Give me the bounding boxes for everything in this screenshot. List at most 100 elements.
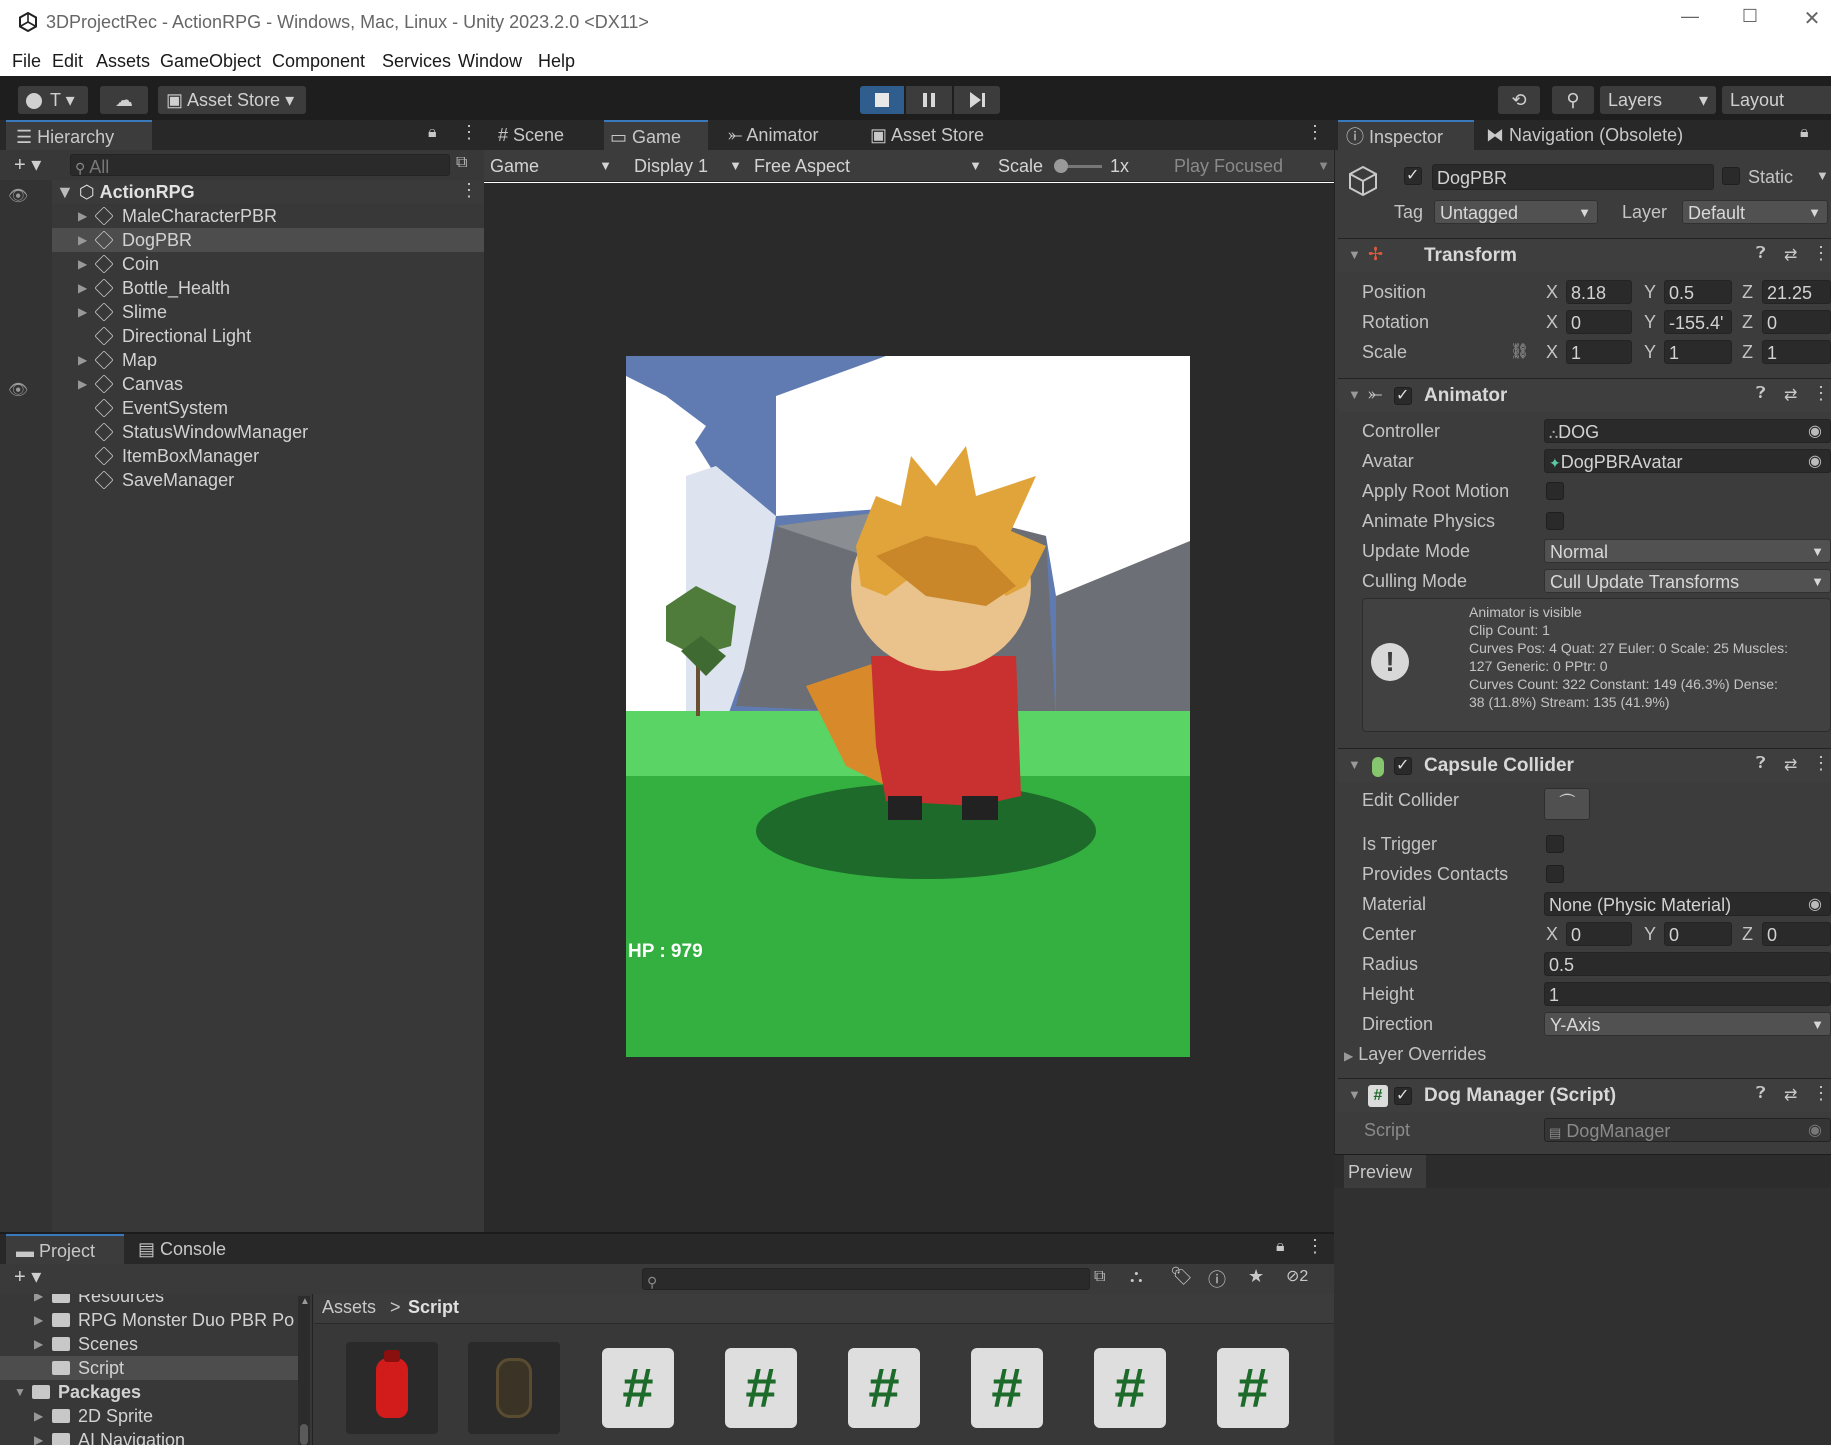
game-mode-dropdown[interactable]: Game ▼ [490, 154, 616, 178]
expand-arrow-icon[interactable]: ▶ [34, 1428, 43, 1445]
scale-z-field[interactable]: 1 [1762, 340, 1831, 364]
component-menu-icon[interactable]: ⋮ [1812, 243, 1830, 264]
project-add-icon[interactable]: + ▾ [14, 1264, 41, 1289]
close-button[interactable]: ✕ [1792, 6, 1831, 36]
expand-arrow-icon[interactable]: ▶ [34, 1332, 43, 1356]
menu-assets[interactable]: Assets [96, 51, 150, 72]
more-menu-icon[interactable]: ⋮ [460, 122, 478, 143]
capsule-collider-header[interactable]: ▼ Capsule Collider ❓︎ ⇄ ⋮ [1338, 748, 1831, 782]
tab-scene[interactable]: # Scene [494, 120, 594, 150]
rotation-z-field[interactable]: 0 [1762, 310, 1831, 334]
help-icon[interactable]: ❓︎ [1756, 755, 1766, 773]
tab-inspector[interactable]: ⓘ Inspector [1338, 120, 1474, 150]
menu-services[interactable]: Services [382, 51, 451, 72]
preset-icon[interactable]: ⇄ [1784, 245, 1797, 265]
project-tree-item[interactable]: ▶ 2D Sprite [0, 1404, 298, 1428]
filter-by-label-icon[interactable]: 🏷︎ [1170, 1266, 1193, 1287]
project-tree-item[interactable]: Script [0, 1356, 298, 1380]
tag-dropdown[interactable]: Untagged ▼ [1434, 200, 1598, 224]
transform-header[interactable]: ▼ ✢ Transform ❓︎ ⇄ ⋮ [1338, 238, 1831, 272]
menu-edit[interactable]: Edit [52, 51, 83, 72]
breadcrumb-assets[interactable]: Assets [322, 1297, 376, 1318]
script-asset-icon[interactable]: # [1217, 1348, 1289, 1428]
object-picker-icon[interactable]: ◉ [1808, 894, 1822, 914]
expand-arrow-icon[interactable]: ▶ [78, 276, 87, 300]
project-tree-item[interactable]: ▶ Scenes [0, 1332, 298, 1356]
constrain-proportions-icon[interactable]: ⛓︎ [1510, 342, 1529, 360]
height-field[interactable]: 1 [1544, 982, 1831, 1006]
warning-filter-icon[interactable]: ⓘ [1208, 1266, 1226, 1292]
asset-potion[interactable] [346, 1342, 438, 1434]
project-tree-item[interactable]: ▼ Packages [0, 1380, 298, 1404]
capsule-enabled-checkbox[interactable] [1394, 755, 1412, 775]
tab-hierarchy[interactable]: ☰ Hierarchy [6, 120, 152, 150]
minimize-button[interactable]: — [1670, 6, 1710, 36]
add-icon[interactable]: + ▾ [14, 152, 41, 177]
update-mode-dropdown[interactable]: Normal ▼ [1544, 539, 1831, 563]
scene-row[interactable]: ▼ ⬡ ActionRPG [52, 180, 484, 204]
pause-button[interactable] [906, 86, 952, 114]
project-tree-item[interactable]: ▶ AI Navigation [0, 1428, 298, 1445]
expand-arrow-icon[interactable]: ▶ [78, 300, 87, 324]
expand-arrow-icon[interactable]: ▶ [34, 1404, 43, 1428]
aspect-dropdown[interactable]: Free Aspect ▼ [754, 154, 986, 178]
help-icon[interactable]: ❓︎ [1756, 385, 1766, 403]
layers-dropdown[interactable]: Layers ▾ [1600, 86, 1716, 114]
static-checkbox[interactable] [1722, 167, 1740, 185]
dog-manager-header[interactable]: ▼ # Dog Manager (Script) ❓︎ ⇄ ⋮ [1338, 1078, 1831, 1112]
account-button[interactable]: T ▾ [18, 86, 88, 114]
object-picker-icon[interactable]: ◉ [1808, 421, 1822, 441]
scale-slider[interactable] [1054, 159, 1102, 173]
layout-dropdown[interactable]: Layout [1722, 86, 1831, 114]
script-asset-icon[interactable]: # [1094, 1348, 1166, 1428]
expand-arrow-icon[interactable]: ▶ [34, 1294, 43, 1308]
tab-project[interactable]: ▬ Project [6, 1234, 124, 1264]
favorite-star-icon[interactable]: ★ [1248, 1266, 1264, 1287]
active-checkbox[interactable] [1404, 165, 1422, 185]
layer-overrides-foldout[interactable]: ▶ Layer Overrides [1344, 1042, 1644, 1066]
expand-arrow-icon[interactable]: ▼ [14, 1380, 26, 1404]
expand-arrow-icon[interactable]: ▶ [34, 1308, 43, 1332]
dog-manager-enabled-checkbox[interactable] [1394, 1085, 1412, 1105]
tab-navigation[interactable]: ⧓ Navigation (Obsolete) [1482, 120, 1732, 150]
position-x-field[interactable]: 8.18 [1566, 280, 1632, 304]
avatar-field[interactable]: ✦DogPBRAvatar [1544, 449, 1831, 473]
menu-gameobject[interactable]: GameObject [160, 51, 261, 72]
preset-icon[interactable]: ⇄ [1784, 1085, 1797, 1105]
preview-header[interactable]: Preview [1334, 1154, 1831, 1189]
display-dropdown[interactable]: Display 1 ▼ [634, 154, 746, 178]
project-lock-icon[interactable]: 🔒︎ [1276, 1238, 1285, 1256]
object-name-field[interactable]: DogPBR [1432, 164, 1714, 190]
script-asset-icon[interactable]: # [725, 1348, 797, 1428]
controller-field[interactable]: ⛬DOG [1544, 419, 1831, 443]
culling-mode-dropdown[interactable]: Cull Update Transforms ▼ [1544, 569, 1831, 593]
hierarchy-item[interactable]: ▶ Map [52, 348, 484, 372]
object-picker-icon[interactable]: ◉ [1808, 451, 1822, 471]
tab-console[interactable]: ▤ Console [132, 1234, 262, 1264]
center-more-icon[interactable]: ⋮ [1306, 122, 1324, 143]
stop-button[interactable] [860, 86, 904, 114]
play-focused-dropdown[interactable]: Play Focused ▼ [1174, 154, 1330, 178]
animate-physics-checkbox[interactable] [1546, 512, 1564, 530]
hierarchy-item[interactable]: Directional Light [52, 324, 484, 348]
preset-icon[interactable]: ⇄ [1784, 755, 1797, 775]
menu-window[interactable]: Window [458, 51, 522, 72]
project-tree-item[interactable]: ▶ RPG Monster Duo PBR Po [0, 1308, 298, 1332]
rotation-y-field[interactable]: -155.4' [1664, 310, 1732, 334]
history-button[interactable]: ⟲ [1498, 86, 1540, 114]
expand-arrow-icon[interactable]: ▶ [78, 372, 87, 396]
search-filter-icon[interactable]: ⧉ [1094, 1268, 1105, 1286]
component-menu-icon[interactable]: ⋮ [1812, 1083, 1830, 1104]
search-button[interactable]: ⚲ [1552, 86, 1594, 114]
rotation-x-field[interactable]: 0 [1566, 310, 1632, 334]
help-icon[interactable]: ❓︎ [1756, 1085, 1766, 1103]
expand-arrow-icon[interactable]: ▶ [78, 228, 87, 252]
filter-by-type-icon[interactable]: ⛬ [1130, 1266, 1143, 1287]
direction-dropdown[interactable]: Y-Axis ▼ [1544, 1012, 1831, 1036]
hierarchy-item[interactable]: ▶ Coin [52, 252, 484, 276]
menu-component[interactable]: Component [272, 51, 365, 72]
lock-icon[interactable]: 🔒︎ [428, 124, 437, 142]
tab-asset-store[interactable]: ▣ Asset Store [866, 120, 1006, 150]
help-icon[interactable]: ❓︎ [1756, 245, 1766, 263]
animator-header[interactable]: ▼ ⤜ Animator ❓︎ ⇄ ⋮ [1338, 378, 1831, 412]
